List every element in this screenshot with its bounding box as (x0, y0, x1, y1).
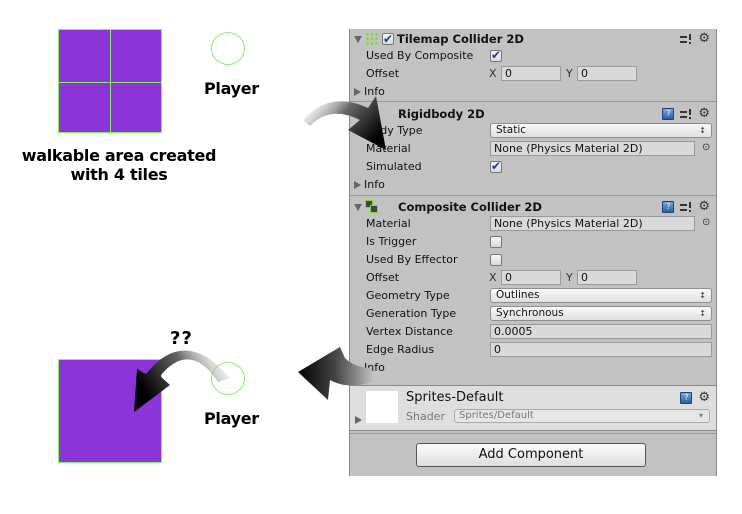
annotation-arrows (134, 96, 386, 412)
arrow-player-to-tile (134, 350, 230, 412)
arrow-from-composite (298, 347, 372, 400)
arrow-to-rigidbody (303, 96, 386, 150)
